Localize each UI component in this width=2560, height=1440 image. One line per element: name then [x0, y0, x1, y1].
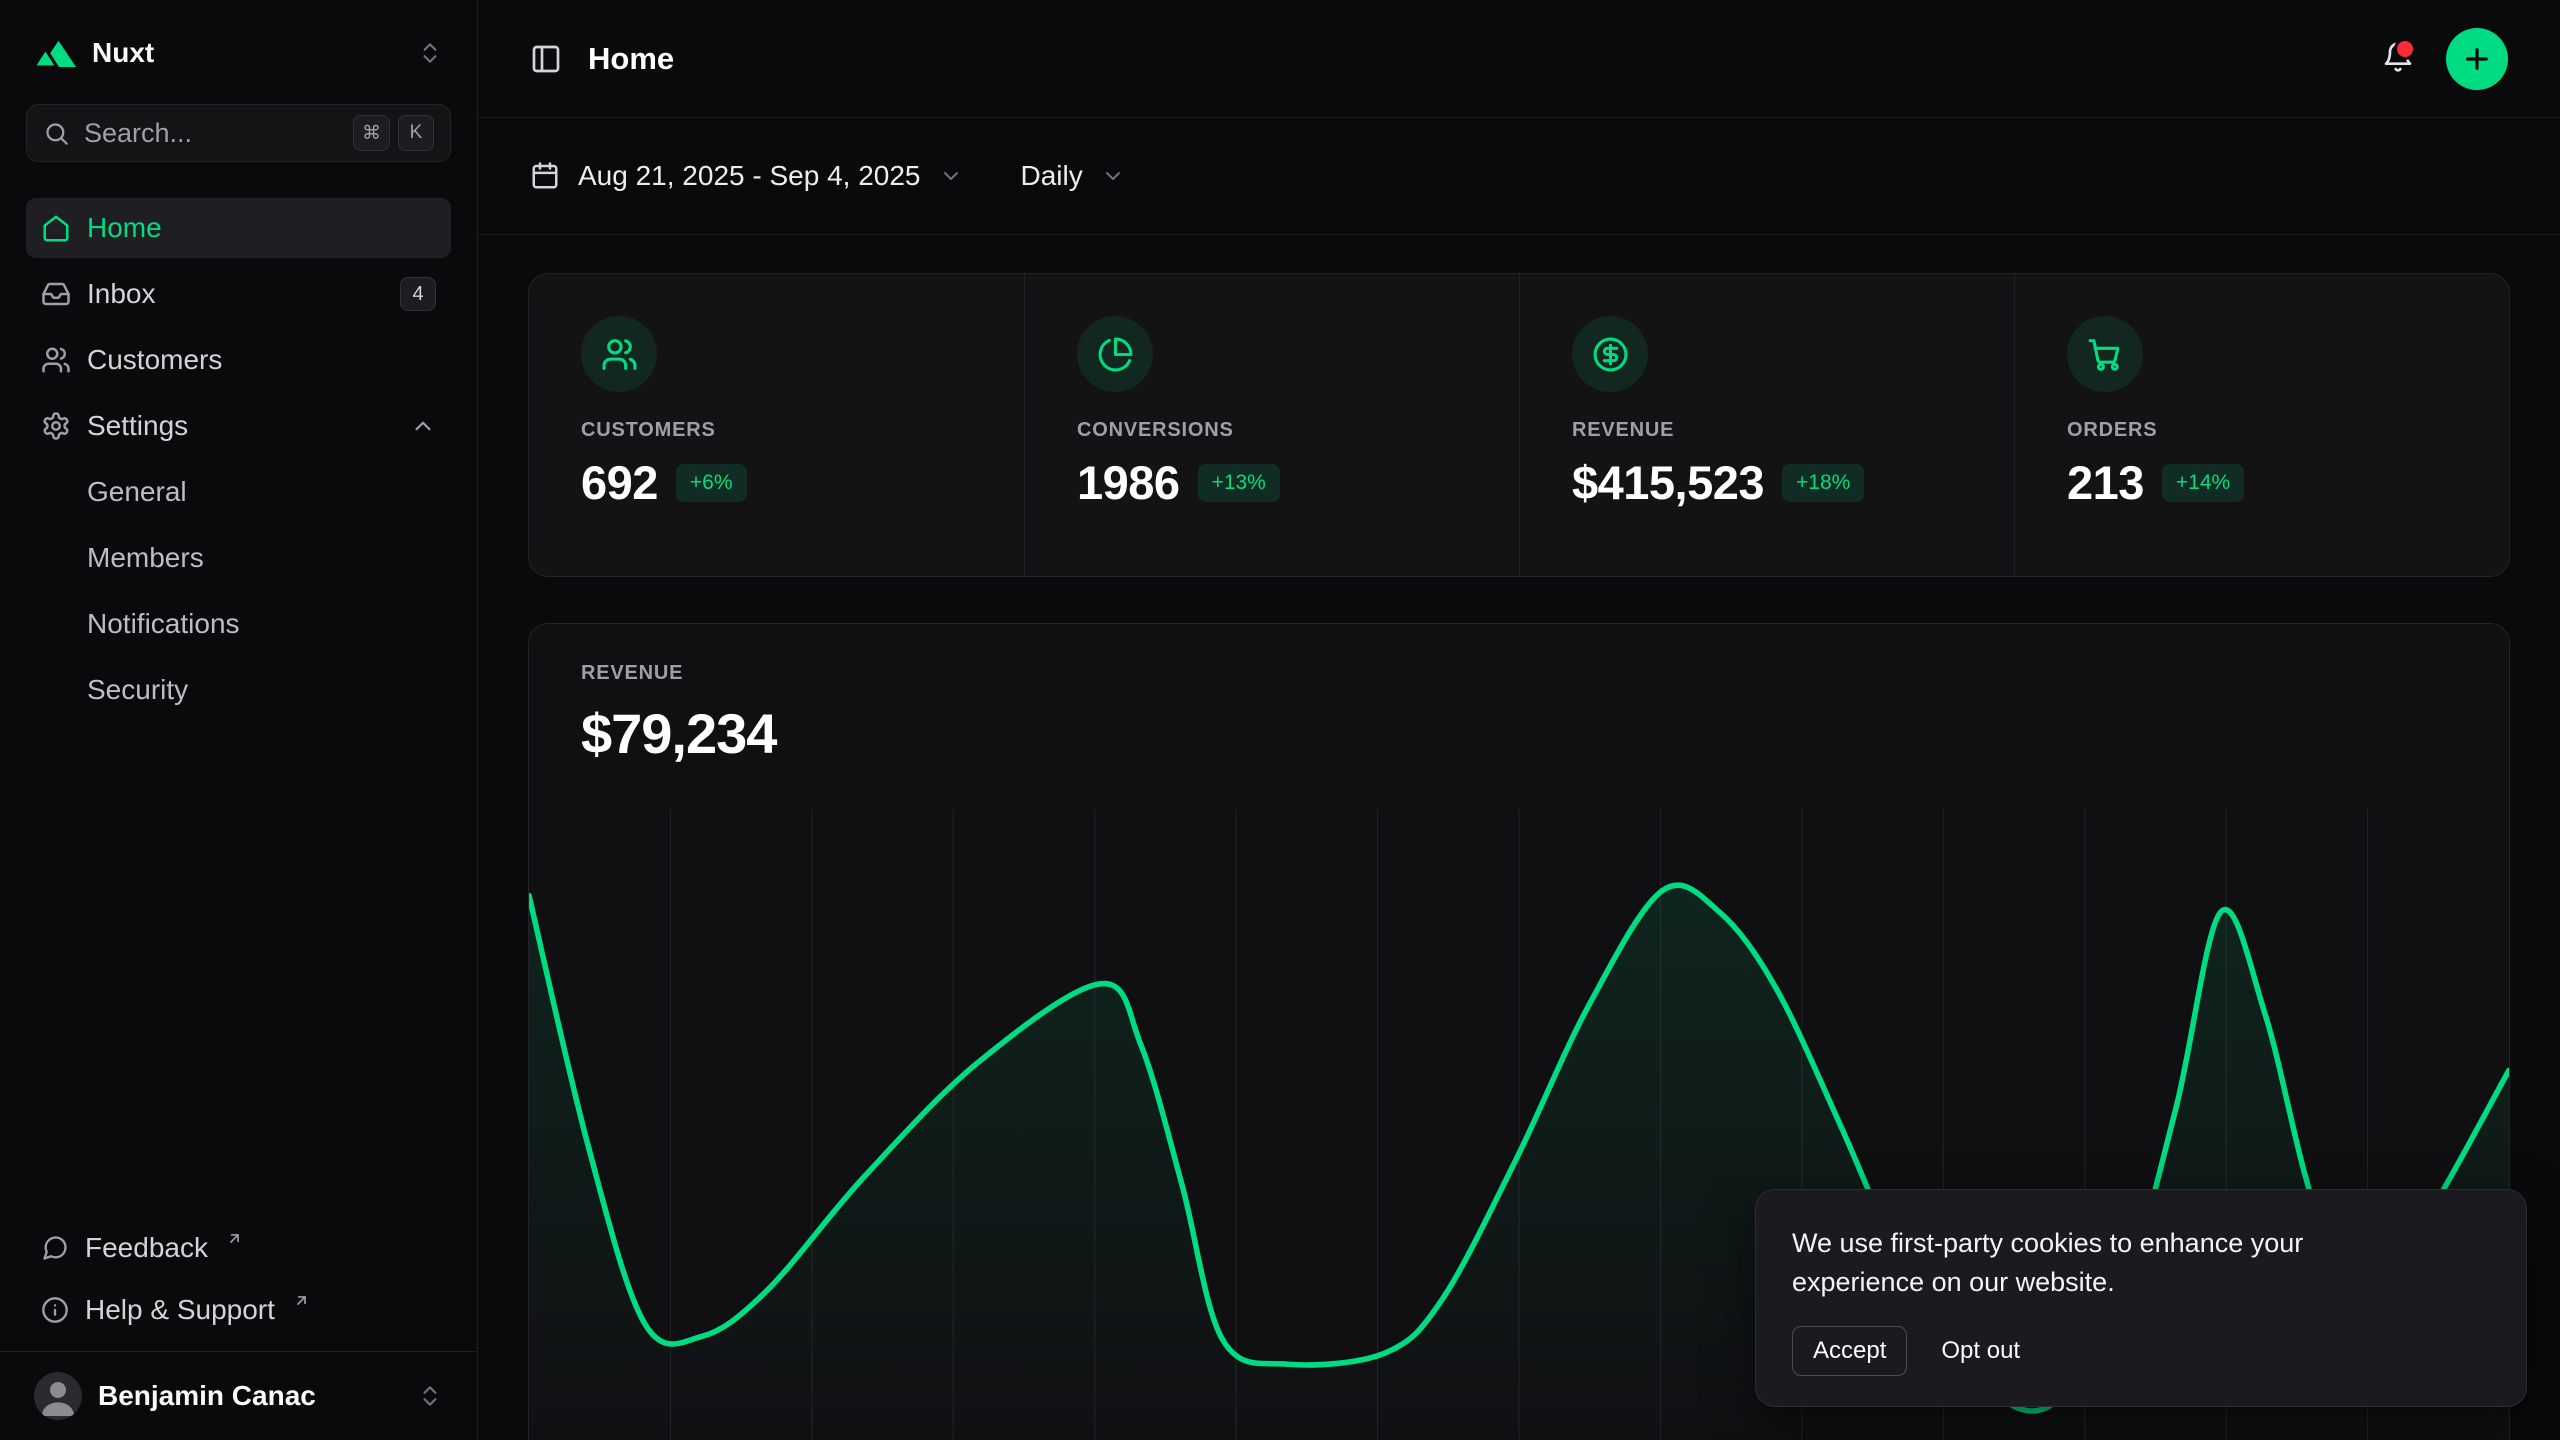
stat-icon-circle: [1572, 316, 1648, 392]
stat-revenue[interactable]: REVENUE $415,523 +18%: [1519, 274, 2014, 576]
panel-left-icon[interactable]: [530, 43, 562, 75]
stats-card: CUSTOMERS 692 +6% CONVERSIONS 1986: [528, 273, 2510, 577]
sidebar-item-members[interactable]: Members: [26, 528, 451, 588]
plus-icon: [2461, 43, 2493, 75]
stat-value: 1986: [1077, 455, 1180, 510]
search-input[interactable]: Search... ⌘ K: [26, 104, 451, 162]
external-link-icon: [293, 1292, 310, 1309]
period-label: Daily: [1021, 160, 1083, 192]
stat-customers[interactable]: CUSTOMERS 692 +6%: [529, 274, 1024, 576]
stat-value: $415,523: [1572, 455, 1764, 510]
topbar: Home: [478, 0, 2560, 118]
revenue-label: REVENUE: [581, 662, 2457, 685]
sidebar-footer: Feedback Help & Support: [26, 1219, 451, 1339]
inbox-count-badge: 4: [400, 277, 436, 311]
sidebar-item-customers[interactable]: Customers: [26, 330, 451, 390]
cart-icon: [2087, 336, 2124, 373]
cookie-actions: Accept Opt out: [1792, 1326, 2490, 1376]
notification-dot: [2394, 38, 2416, 60]
cookie-banner: We use first-party cookies to enhance yo…: [1755, 1189, 2527, 1407]
chevron-down-icon: [1101, 164, 1125, 188]
sidebar-item-general[interactable]: General: [26, 462, 451, 522]
sidebar-item-label: Members: [87, 542, 204, 574]
sidebar-item-inbox[interactable]: Inbox 4: [26, 264, 451, 324]
home-icon: [41, 213, 71, 243]
stat-delta-badge: +13%: [1198, 464, 1280, 502]
stat-icon-circle: [1077, 316, 1153, 392]
users-icon: [601, 336, 638, 373]
external-link-icon: [226, 1230, 243, 1247]
gear-icon: [41, 411, 71, 441]
sidebar-item-label: Notifications: [87, 608, 240, 640]
sidebar-item-settings[interactable]: Settings: [26, 396, 451, 456]
workspace-name: Nuxt: [92, 37, 154, 69]
sidebar-item-home[interactable]: Home: [26, 198, 451, 258]
chevrons-up-down-icon: [417, 1383, 443, 1409]
footer-item-label: Feedback: [85, 1232, 208, 1264]
stat-icon-circle: [2067, 316, 2143, 392]
pie-chart-icon: [1097, 336, 1134, 373]
sidebar-item-label: General: [87, 476, 187, 508]
revenue-card-header: REVENUE $79,234: [529, 624, 2509, 766]
stat-icon-circle: [581, 316, 657, 392]
help-support-link[interactable]: Help & Support: [26, 1281, 451, 1339]
stat-value: 692: [581, 455, 658, 510]
stat-delta-badge: +6%: [676, 464, 747, 502]
chevron-up-icon: [410, 413, 436, 439]
sidebar-item-notifications[interactable]: Notifications: [26, 594, 451, 654]
stat-delta-badge: +18%: [1782, 464, 1864, 502]
users-icon: [41, 345, 71, 375]
search-icon: [43, 120, 70, 147]
dollar-circle-icon: [1592, 336, 1629, 373]
sidebar-nav: Home Inbox 4 Customers Settings: [26, 198, 451, 720]
user-menu[interactable]: Benjamin Canac: [0, 1351, 477, 1440]
feedback-link[interactable]: Feedback: [26, 1219, 451, 1277]
stat-label: CONVERSIONS: [1077, 419, 1467, 442]
opt-out-button[interactable]: Opt out: [1941, 1337, 2020, 1365]
user-name: Benjamin Canac: [98, 1380, 316, 1412]
avatar: [34, 1372, 82, 1420]
search-placeholder: Search...: [84, 118, 339, 149]
calendar-icon: [530, 161, 560, 191]
sidebar-item-label: Security: [87, 674, 188, 706]
page-title: Home: [588, 41, 674, 77]
filter-bar: Aug 21, 2025 - Sep 4, 2025 Daily: [478, 118, 2560, 235]
workspace-switcher[interactable]: Nuxt: [26, 28, 451, 78]
sidebar-spacer: [0, 720, 477, 1219]
date-range-label: Aug 21, 2025 - Sep 4, 2025: [578, 160, 921, 192]
notifications-button[interactable]: [2382, 41, 2414, 76]
sidebar-item-label: Inbox: [87, 278, 156, 310]
kbd-k: K: [398, 115, 434, 151]
search-shortcut: ⌘ K: [353, 115, 434, 151]
period-select[interactable]: Daily: [1021, 160, 1125, 192]
sidebar-item-label: Settings: [87, 410, 188, 442]
chevrons-up-down-icon: [417, 40, 443, 66]
revenue-value: $79,234: [581, 701, 2457, 766]
footer-item-label: Help & Support: [85, 1294, 275, 1326]
stat-orders[interactable]: ORDERS 213 +14%: [2014, 274, 2509, 576]
stat-label: REVENUE: [1572, 419, 1962, 442]
info-icon: [41, 1296, 69, 1324]
app-root: Nuxt Search... ⌘ K Home: [0, 0, 2560, 1440]
chevron-down-icon: [939, 164, 963, 188]
stat-delta-badge: +14%: [2162, 464, 2244, 502]
inbox-icon: [41, 279, 71, 309]
stat-value: 213: [2067, 455, 2144, 510]
sidebar-item-label: Home: [87, 212, 162, 244]
topbar-actions: [2382, 28, 2508, 90]
stat-label: CUSTOMERS: [581, 419, 972, 442]
sidebar-item-security[interactable]: Security: [26, 660, 451, 720]
accept-button[interactable]: Accept: [1792, 1326, 1907, 1376]
date-range-picker[interactable]: Aug 21, 2025 - Sep 4, 2025: [530, 160, 963, 192]
add-button[interactable]: [2446, 28, 2508, 90]
stat-conversions[interactable]: CONVERSIONS 1986 +13%: [1024, 274, 1519, 576]
chat-icon: [41, 1234, 69, 1262]
sidebar-item-label: Customers: [87, 344, 222, 376]
kbd-cmd: ⌘: [353, 115, 390, 151]
stat-label: ORDERS: [2067, 419, 2457, 442]
nuxt-logo-icon: [34, 38, 76, 68]
sidebar: Nuxt Search... ⌘ K Home: [0, 0, 478, 1440]
cookie-message: We use first-party cookies to enhance yo…: [1792, 1224, 2372, 1302]
